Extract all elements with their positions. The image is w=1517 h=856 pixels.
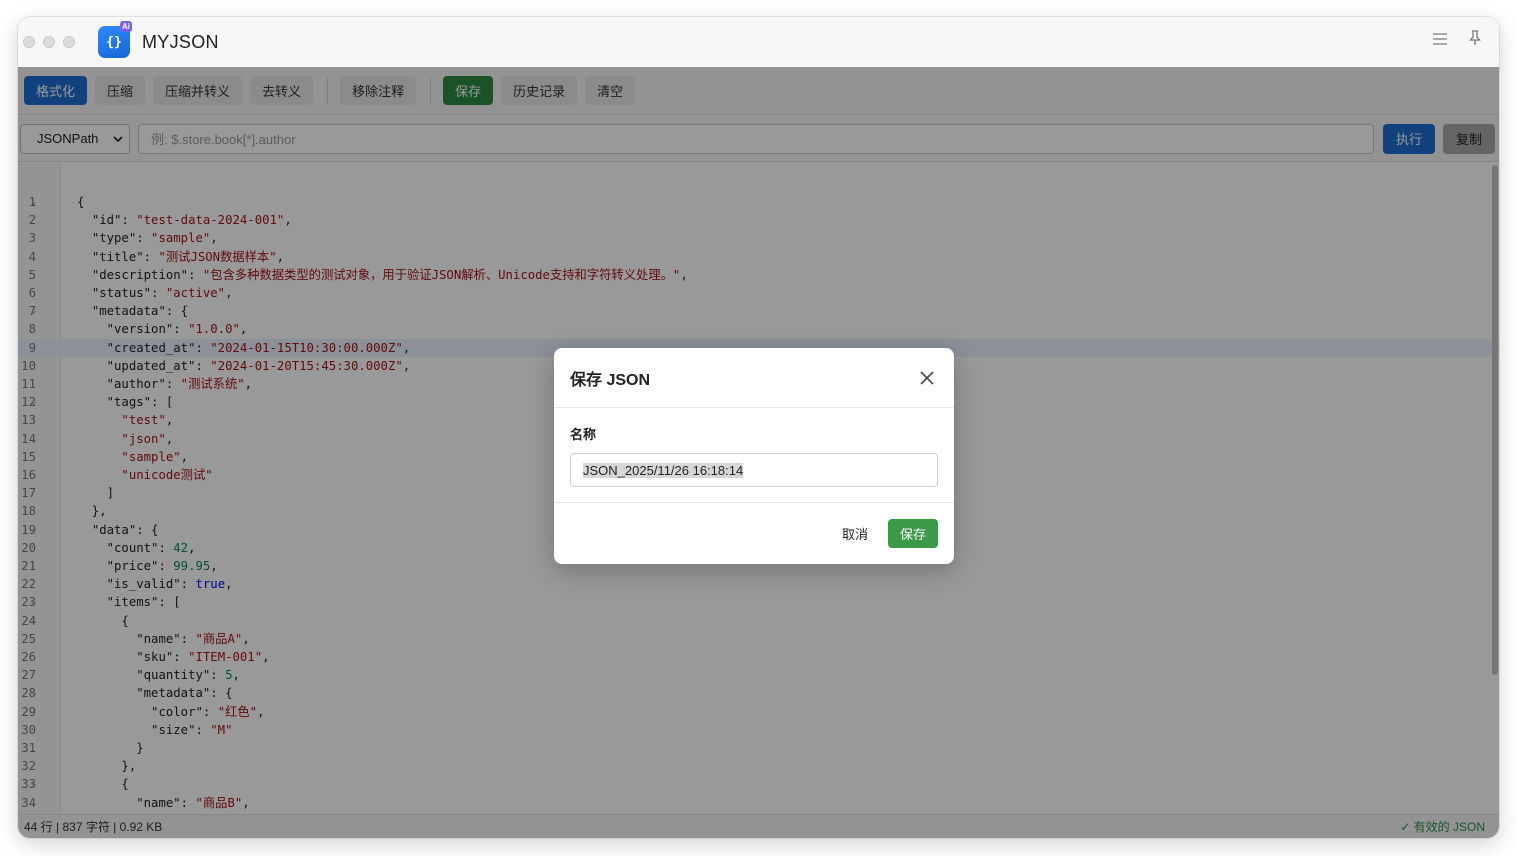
dialog-body: 名称 JSON_2025/11/26 16:18:14 — [554, 408, 954, 503]
dialog-footer: 取消 保存 — [554, 503, 954, 564]
ai-badge: Ai — [120, 21, 132, 32]
title-bar: {} Ai MYJSON — [18, 17, 1499, 67]
close-icon[interactable] — [920, 367, 934, 389]
app-logo-glyph: {} — [106, 34, 122, 50]
app-title: MYJSON — [142, 31, 219, 52]
name-label: 名称 — [570, 427, 597, 442]
save-json-dialog: 保存 JSON 名称 JSON_2025/11/26 16:18:14 取消 保… — [554, 348, 954, 564]
dialog-header: 保存 JSON — [554, 348, 954, 408]
name-input[interactable]: JSON_2025/11/26 16:18:14 — [570, 453, 938, 487]
menu-icon[interactable] — [1433, 32, 1447, 50]
app-logo-icon: {} Ai — [98, 21, 132, 58]
title-actions — [1433, 30, 1481, 51]
dialog-save-button[interactable]: 保存 — [887, 519, 938, 548]
minimize-window-button[interactable] — [43, 36, 55, 48]
zoom-window-button[interactable] — [63, 36, 75, 48]
cancel-button[interactable]: 取消 — [830, 518, 880, 549]
dialog-title: 保存 JSON — [570, 371, 651, 389]
close-window-button[interactable] — [23, 36, 35, 48]
name-input-value: JSON_2025/11/26 16:18:14 — [583, 462, 744, 478]
window-controls — [23, 36, 75, 48]
pin-icon[interactable] — [1469, 30, 1481, 51]
